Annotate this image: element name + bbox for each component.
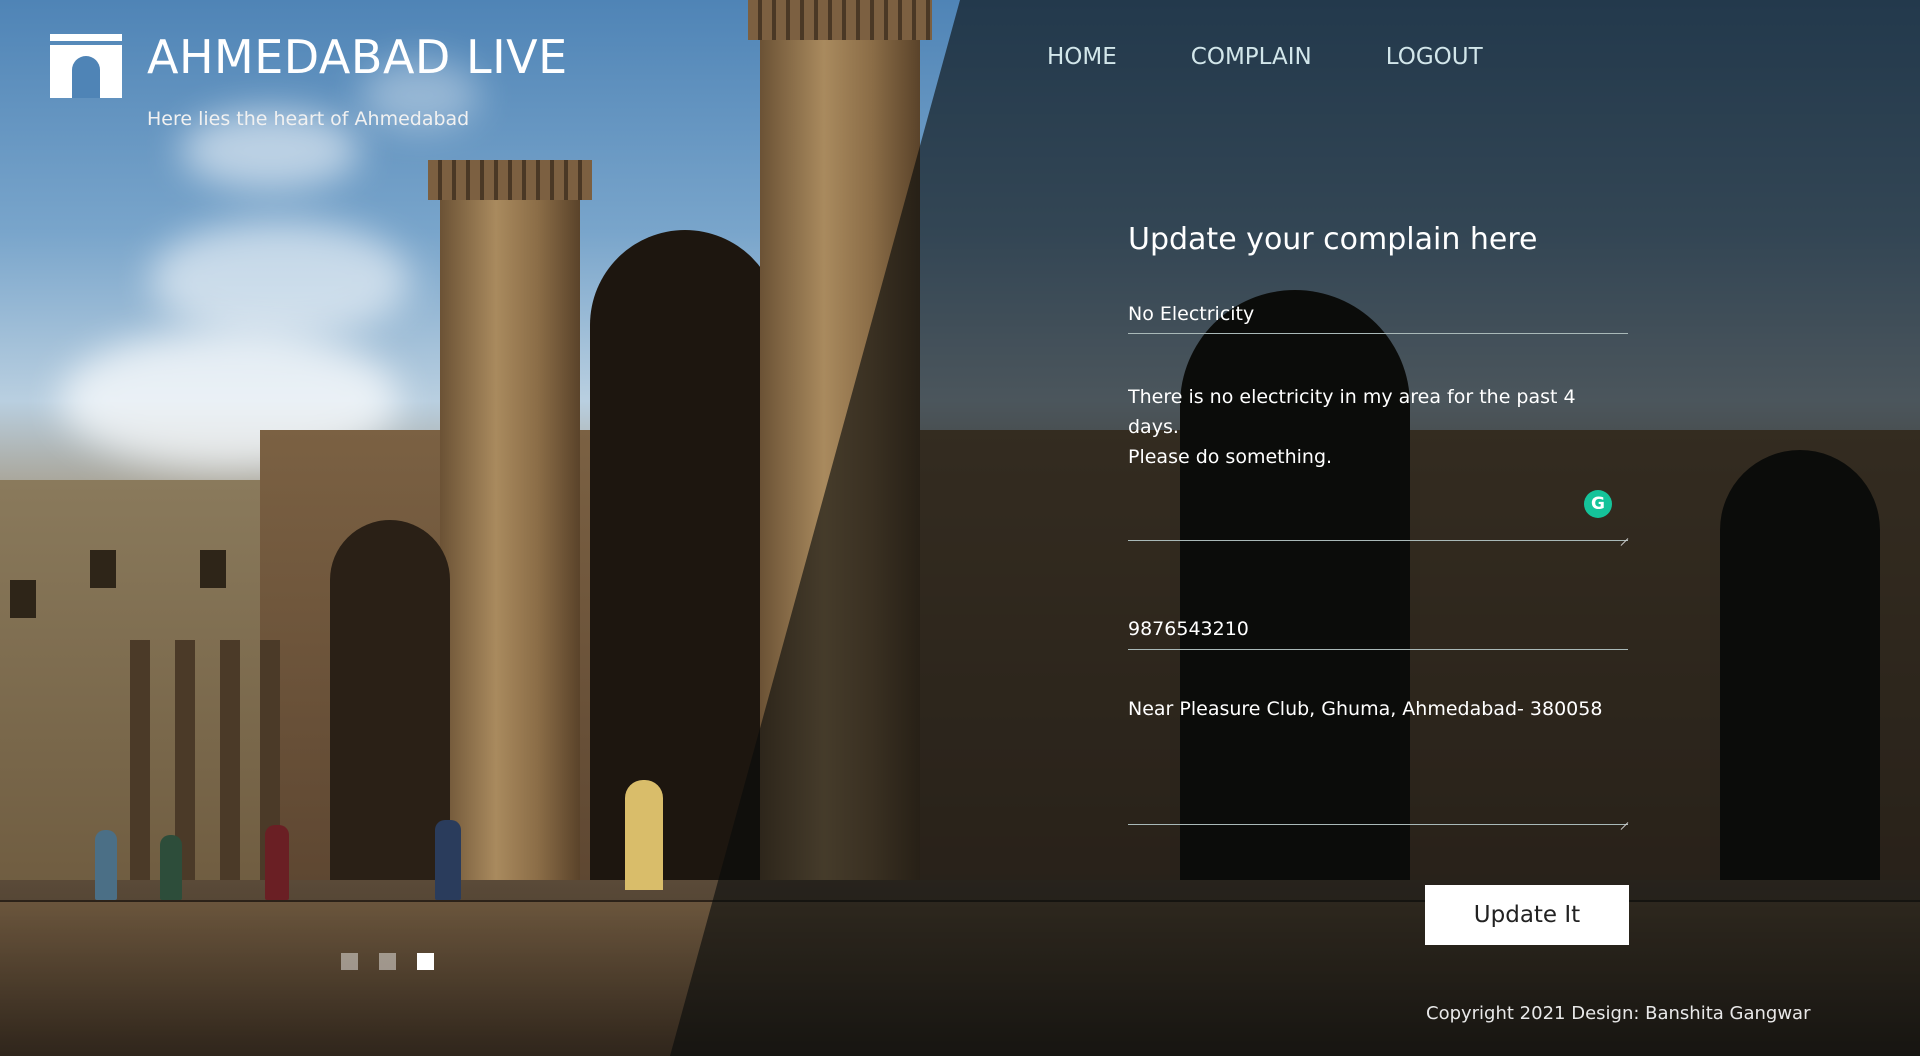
nav-complain-link[interactable]: COMPLAIN <box>1191 44 1312 70</box>
subject-input[interactable] <box>1128 294 1628 334</box>
window <box>10 580 36 618</box>
resize-handle[interactable] <box>1618 813 1628 823</box>
person <box>160 835 182 900</box>
slider-dot-3[interactable] <box>417 953 434 970</box>
person <box>265 825 289 900</box>
form-title: Update your complain here <box>1128 222 1538 257</box>
pillar <box>220 640 240 900</box>
gate-icon <box>50 34 122 98</box>
resize-handle[interactable] <box>1618 529 1628 539</box>
update-button[interactable]: Update It <box>1425 885 1629 945</box>
background-photo <box>0 0 1920 1056</box>
cloud <box>150 220 410 340</box>
address-textarea[interactable]: Near Pleasure Club, Ghuma, Ahmedabad- 38… <box>1128 690 1628 825</box>
phone-input[interactable] <box>1128 608 1628 650</box>
footer-copyright: Copyright 2021 Design: Banshita Gangwar <box>1426 1003 1811 1024</box>
minaret <box>428 160 592 900</box>
nav-home-link[interactable]: HOME <box>1047 44 1117 70</box>
person <box>95 830 117 900</box>
arch <box>330 520 450 900</box>
door <box>625 780 663 890</box>
person <box>435 820 461 900</box>
main-nav: HOME COMPLAIN LOGOUT <box>1047 44 1557 70</box>
site-tagline: Here lies the heart of Ahmedabad <box>147 108 470 130</box>
slider-dot-2[interactable] <box>379 953 396 970</box>
nav-logout-link[interactable]: LOGOUT <box>1386 44 1483 70</box>
grammarly-icon[interactable]: G <box>1584 490 1612 518</box>
window <box>90 550 116 588</box>
window <box>200 550 226 588</box>
side-building <box>0 480 300 900</box>
slider-dot-1[interactable] <box>341 953 358 970</box>
description-textarea[interactable]: There is no electricity in my area for t… <box>1128 378 1628 541</box>
slider-dots <box>341 953 455 970</box>
site-title[interactable]: AHMEDABAD LIVE <box>147 30 568 84</box>
pillar <box>130 640 150 900</box>
